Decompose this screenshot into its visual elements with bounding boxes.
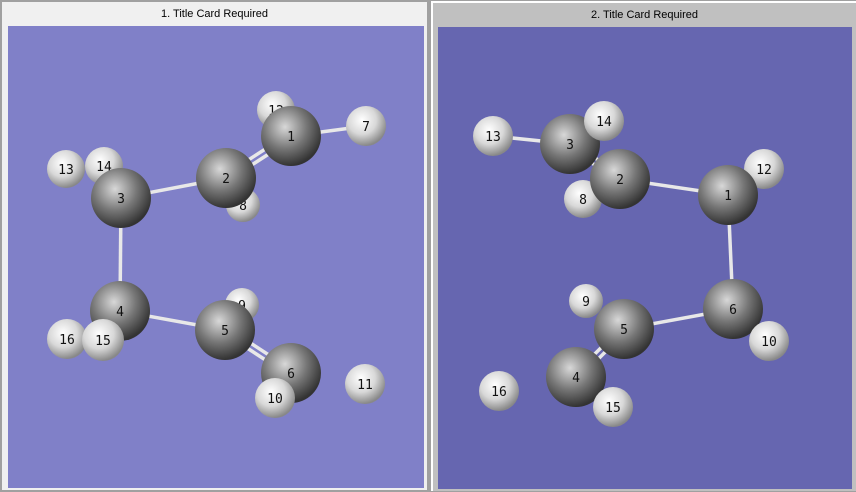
atom-label: 10 [267, 392, 283, 407]
atom-label: 11 [357, 378, 373, 393]
atom-2[interactable]: 2 [196, 148, 256, 208]
atom-label: 3 [566, 138, 574, 153]
molecule-view-1[interactable]: 89121314321741615561011 [8, 26, 424, 488]
atom-3[interactable]: 3 [91, 168, 151, 228]
atom-1[interactable]: 1 [261, 106, 321, 166]
atom-16[interactable]: 16 [47, 319, 87, 359]
atom-label: 16 [59, 333, 75, 348]
atom-15[interactable]: 15 [593, 387, 633, 427]
atom-label: 9 [582, 295, 590, 310]
atom-label: 1 [287, 130, 295, 145]
atom-label: 5 [221, 324, 229, 339]
atom-label: 13 [58, 163, 74, 178]
viewer-panel-1[interactable]: 1. Title Card Required 89121314321741615… [2, 2, 427, 490]
atom-15[interactable]: 15 [82, 319, 124, 361]
atom-label: 3 [117, 192, 125, 207]
atom-label: 14 [596, 115, 612, 130]
atom-9[interactable]: 9 [569, 284, 603, 318]
atom-label: 10 [761, 335, 777, 350]
atom-11[interactable]: 11 [345, 364, 385, 404]
atom-label: 1 [724, 189, 732, 204]
atom-label: 7 [362, 120, 370, 135]
atom-label: 5 [620, 323, 628, 338]
atom-10[interactable]: 10 [255, 378, 295, 418]
atom-1[interactable]: 1 [698, 165, 758, 225]
atom-label: 15 [605, 401, 621, 416]
atom-label: 6 [729, 303, 737, 318]
viewer-panel-2[interactable]: 2. Title Card Required 9 13 3 14 8 2 12 1 6 10 5 4 1… [431, 1, 856, 491]
atom-label: 2 [616, 173, 624, 188]
atom-label: 4 [116, 305, 124, 320]
atom-label: 6 [287, 367, 295, 382]
atom-2[interactable]: 2 [590, 149, 650, 209]
atom-7[interactable]: 7 [346, 106, 386, 146]
atom-13[interactable]: 13 [47, 150, 85, 188]
atom-label: 16 [491, 385, 507, 400]
atom-5[interactable]: 5 [195, 300, 255, 360]
molecule-view-2[interactable]: 9 13 3 14 8 2 12 1 6 10 5 4 16 15 [438, 27, 852, 489]
atom-label: 4 [572, 371, 580, 386]
atom-16[interactable]: 16 [479, 371, 519, 411]
atom-14[interactable]: 14 [584, 101, 624, 141]
panel-title: 1. Title Card Required [161, 8, 268, 20]
atom-label: 8 [579, 193, 587, 208]
atom-label: 15 [95, 334, 111, 349]
atom-label: 2 [222, 172, 230, 187]
atom-13[interactable]: 13 [473, 116, 513, 156]
atom-label: 13 [485, 130, 501, 145]
atom-10[interactable]: 10 [749, 321, 789, 361]
atom-label: 12 [756, 163, 772, 178]
panel-title: 2. Title Card Required [591, 9, 698, 21]
atom-5[interactable]: 5 [594, 299, 654, 359]
